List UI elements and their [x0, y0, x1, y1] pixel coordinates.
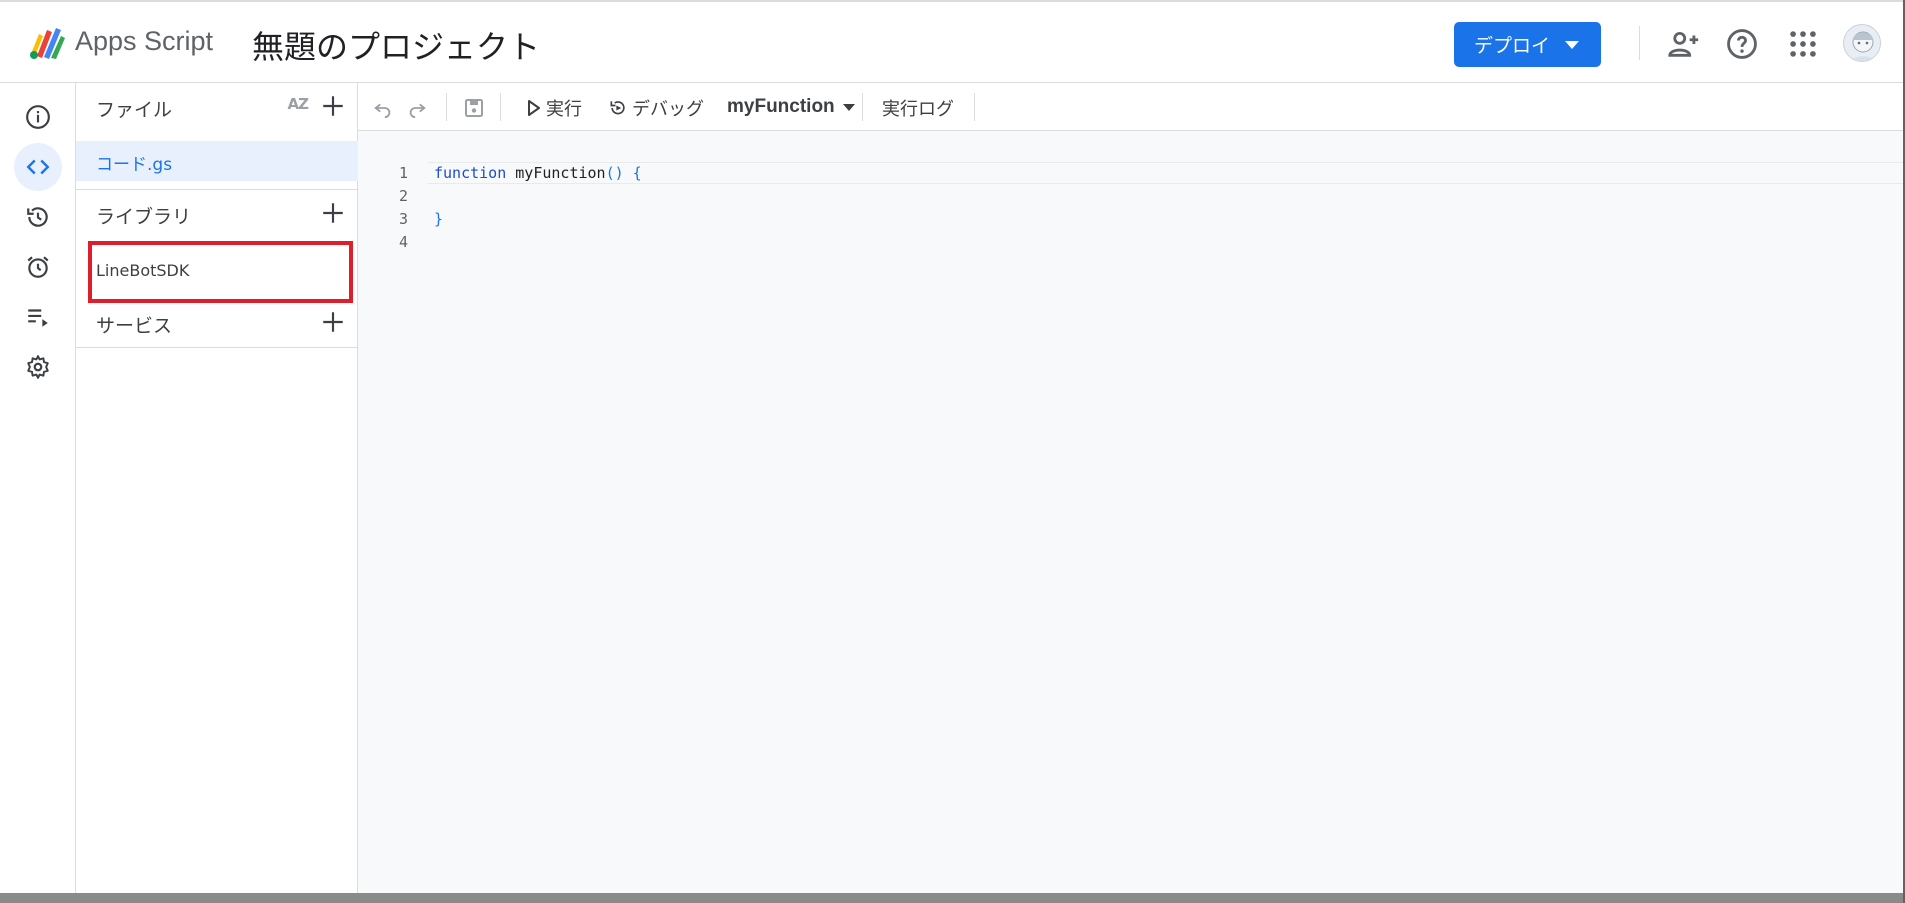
header-divider: [1639, 26, 1640, 60]
libraries-section-label: ライブラリ: [96, 206, 192, 228]
save-icon[interactable]: [462, 96, 486, 120]
file-item-label: コード.gs: [96, 155, 173, 175]
execution-log-button[interactable]: 実行ログ: [882, 95, 954, 121]
add-service-plus-icon[interactable]: [320, 309, 346, 335]
redo-icon[interactable]: [406, 97, 428, 119]
debug-icon: [610, 101, 625, 115]
code-close-brace: }: [434, 210, 444, 228]
execution-log-label: 実行ログ: [882, 99, 954, 120]
code-editor[interactable]: 1 2 3 4 function myFunction() { }: [358, 131, 1905, 898]
app-header: Apps Script 無題のプロジェクト デプロイ: [0, 0, 1905, 83]
toolbar-divider: [974, 93, 975, 121]
run-button[interactable]: 実行: [526, 95, 582, 121]
help-icon[interactable]: [1725, 27, 1759, 61]
deploy-button-label: デプロイ: [1474, 35, 1551, 57]
play-icon: [528, 100, 540, 116]
editor-button[interactable]: [14, 143, 62, 191]
editor-toolbar: 実行 デバッグ myFunction 実行ログ: [358, 83, 1905, 131]
files-section-header: ファイル AZ: [76, 83, 358, 131]
sort-az-icon[interactable]: AZ: [288, 95, 309, 113]
window-bottom-bar: [0, 893, 1905, 903]
function-select-value: myFunction: [727, 96, 835, 117]
divider: [76, 347, 358, 348]
avatar-image-icon: [1851, 31, 1875, 61]
avatar[interactable]: [1843, 24, 1881, 62]
history-icon: [27, 207, 48, 227]
executions-button[interactable]: [14, 293, 62, 341]
library-item-label: LineBotSDK: [96, 261, 190, 280]
chevron-down-icon: [1565, 41, 1579, 49]
apps-script-logo-icon: [30, 28, 65, 59]
code-keyword: function: [434, 164, 507, 182]
debug-label: デバッグ: [632, 99, 704, 120]
gear-icon: [27, 355, 49, 379]
toolbar-divider: [862, 93, 863, 121]
current-line-highlight: [428, 162, 1905, 184]
services-section-header: サービス: [76, 299, 358, 347]
files-panel: ファイル AZ コード.gs ライブラリ LineBotSDK サービス: [76, 83, 358, 898]
add-file-plus-icon[interactable]: [320, 93, 346, 119]
left-nav-rail: [0, 83, 76, 898]
app-name[interactable]: Apps Script: [75, 26, 213, 57]
history-button[interactable]: [14, 193, 62, 241]
line-number: 3: [398, 210, 408, 228]
overview-button[interactable]: [14, 93, 62, 141]
file-item-code-gs[interactable]: コード.gs: [76, 141, 358, 181]
debug-button[interactable]: デバッグ: [608, 95, 704, 121]
add-person-icon[interactable]: [1667, 27, 1701, 61]
library-item-linebotsdk[interactable]: LineBotSDK: [88, 241, 353, 303]
apps-grid-icon[interactable]: [1786, 27, 1820, 61]
project-title[interactable]: 無題のプロジェクト: [252, 22, 540, 68]
code-parens: (): [605, 164, 624, 182]
code-function-name: myFunction: [506, 164, 606, 182]
alarm-icon: [27, 256, 49, 278]
libraries-section-header: ライブラリ: [76, 190, 358, 238]
executions-icon: [28, 309, 48, 327]
line-number: 2: [398, 187, 408, 205]
add-library-plus-icon[interactable]: [320, 200, 346, 226]
line-number: 4: [398, 233, 408, 251]
run-label: 実行: [546, 99, 582, 120]
toolbar-divider: [446, 93, 447, 121]
deploy-button[interactable]: デプロイ: [1454, 22, 1601, 67]
services-section-label: サービス: [96, 315, 173, 337]
undo-icon[interactable]: [372, 97, 394, 119]
function-select[interactable]: myFunction: [727, 96, 855, 118]
files-section-label: ファイル: [96, 99, 173, 121]
line-number: 1: [398, 164, 408, 182]
toolbar-divider: [500, 93, 501, 121]
chevron-down-icon: [842, 103, 855, 111]
settings-button[interactable]: [14, 343, 62, 391]
code-line-1[interactable]: function myFunction() {: [434, 164, 642, 182]
info-icon: [26, 105, 50, 129]
code-icon: [26, 159, 50, 175]
code-line-3[interactable]: }: [434, 210, 443, 228]
code-open-brace: {: [623, 164, 642, 182]
triggers-button[interactable]: [14, 243, 62, 291]
